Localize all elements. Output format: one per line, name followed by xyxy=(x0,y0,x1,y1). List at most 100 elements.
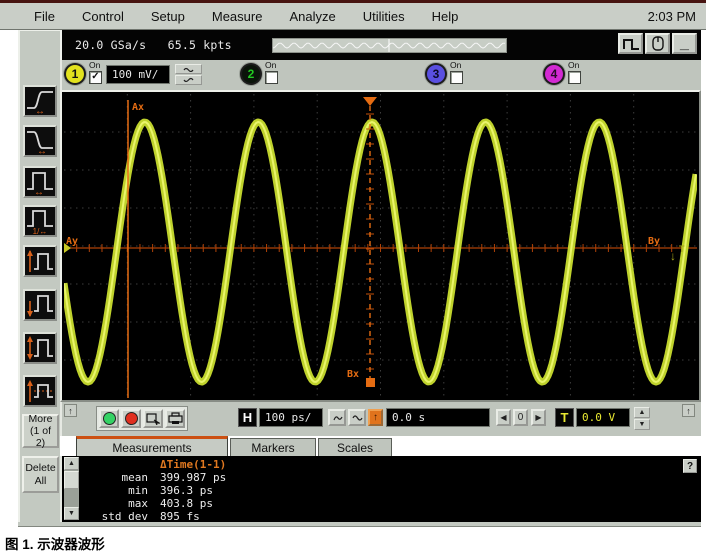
trigger-level-field[interactable]: 0.0 V xyxy=(576,408,630,427)
trigger-level-arrow-icon[interactable]: ↓ xyxy=(670,249,676,263)
scroll-down-button[interactable]: ▼ xyxy=(64,507,79,520)
channel-4-on-checkbox[interactable] xyxy=(568,71,581,84)
more-measurements-button[interactable]: More (1 of 2) xyxy=(22,414,59,448)
timebase-field[interactable]: 100 ps/ xyxy=(259,408,323,427)
svg-text:↔: ↔ xyxy=(34,187,44,196)
frequency-icon: 1/↔ xyxy=(25,207,55,235)
trigger-position-arrow-icon: ↑ xyxy=(373,412,378,423)
screen-copy-icon xyxy=(146,412,160,425)
expand-left-icon[interactable]: ↑ xyxy=(64,404,77,417)
mouse-mode-button[interactable] xyxy=(645,33,670,54)
horizontal-key[interactable]: H xyxy=(238,408,257,427)
scroll-up-button[interactable]: ▲ xyxy=(64,457,79,470)
channel-3-badge[interactable]: 3 xyxy=(427,65,445,83)
menu-utilities[interactable]: Utilities xyxy=(363,9,405,24)
level-down-button[interactable]: ▼ xyxy=(634,419,650,430)
scale-up-button[interactable] xyxy=(175,64,202,74)
channel-2-badge[interactable]: 2 xyxy=(242,65,260,83)
channel-3-on-label: On xyxy=(450,60,461,70)
trigger-level-letter: T xyxy=(679,244,685,254)
channel-1-on-checkbox[interactable]: ✓ xyxy=(89,71,102,84)
scroll-thumb[interactable] xyxy=(64,471,79,489)
position-right-button[interactable]: ▶ xyxy=(531,409,546,426)
fall-time-button[interactable]: ↔ xyxy=(23,125,57,157)
horizontal-position-field[interactable]: 0.0 s xyxy=(386,408,490,427)
timebase-fine-button[interactable] xyxy=(328,409,346,426)
measurement-label: min xyxy=(82,484,148,497)
expand-right-icon[interactable]: ↑ xyxy=(682,404,695,417)
measurement-label: mean xyxy=(82,471,148,484)
rise-time-icon: ↔ xyxy=(25,87,55,115)
channel-2-on-control: On xyxy=(265,61,287,84)
channel-1-scale-field[interactable]: 100 mV/ xyxy=(106,65,170,84)
channel-4-badge[interactable]: 4 xyxy=(545,65,563,83)
marker-ax-label: Ax xyxy=(132,102,144,113)
menu-help[interactable]: Help xyxy=(432,9,459,24)
acquisition-readout: 20.0 GSa/s 65.5 kpts xyxy=(75,38,232,52)
tab-measurements[interactable]: Measurements xyxy=(76,436,228,456)
minimize-button[interactable]: _ xyxy=(672,33,697,54)
window-bottom-edge xyxy=(18,522,701,527)
position-zero-button[interactable]: 0 xyxy=(513,409,528,426)
memory-bar[interactable] xyxy=(272,38,507,53)
marker-bx-handle[interactable] xyxy=(366,378,375,387)
trigger-level-spinner: ▲ ▼ xyxy=(634,407,650,430)
vmax-icon xyxy=(25,247,55,275)
scale-down-button[interactable] xyxy=(175,75,202,85)
channel-3-on-checkbox[interactable] xyxy=(450,71,463,84)
marker-by-label: By xyxy=(648,236,660,247)
timebase-coarse-button[interactable] xyxy=(348,409,366,426)
menu-control[interactable]: Control xyxy=(82,9,124,24)
acquisition-status-bar: 20.0 GSa/s 65.5 kpts _ xyxy=(60,30,701,60)
print-button[interactable] xyxy=(165,409,185,428)
trigger-position-marker[interactable] xyxy=(363,97,377,106)
trigger-position-button[interactable]: ↑ xyxy=(368,409,383,426)
channel-1-badge[interactable]: 1 xyxy=(66,65,84,83)
tab-markers[interactable]: Markers xyxy=(230,438,316,456)
menu-measure[interactable]: Measure xyxy=(212,9,263,24)
svg-text:↔: ↔ xyxy=(37,146,47,155)
level-up-button[interactable]: ▲ xyxy=(634,407,650,418)
delete-all-button[interactable]: Delete All xyxy=(22,456,59,493)
position-left-button[interactable]: ◀ xyxy=(496,409,511,426)
mouse-icon xyxy=(652,36,664,51)
measurements-panel: ▲ ▼ ΔTime(1-1) mean 399.987 ps min 396.3… xyxy=(60,456,701,522)
channel-1-on-label: On xyxy=(89,60,100,70)
frequency-button[interactable]: 1/↔ xyxy=(23,205,57,237)
screen-copy-button[interactable] xyxy=(143,409,163,428)
channel-bar: 1 On ✓ 100 mV/ 2 On 3 On xyxy=(60,60,701,90)
vamplitude-button[interactable] xyxy=(23,332,57,364)
menu-setup[interactable]: Setup xyxy=(151,9,185,24)
channel-2-on-checkbox[interactable] xyxy=(265,71,278,84)
pulse-icon xyxy=(622,37,640,51)
vmin-button[interactable] xyxy=(23,289,57,321)
vrms-button[interactable] xyxy=(23,375,57,407)
vmax-button[interactable] xyxy=(23,245,57,277)
menu-file[interactable]: File xyxy=(34,9,55,24)
tab-scales[interactable]: Scales xyxy=(318,438,392,456)
measurement-toolbar: ↔ ↔ ↔ 1/↔ xyxy=(18,30,60,522)
memory-depth: 65.5 kpts xyxy=(168,38,232,52)
results-tab-row: Measurements Markers Scales xyxy=(60,436,701,456)
pulse-mode-button[interactable] xyxy=(618,33,643,54)
measurement-label: max xyxy=(82,497,148,510)
oscilloscope-screenshot: File Control Setup Measure Analyze Utili… xyxy=(0,0,706,560)
rise-time-button[interactable]: ↔ xyxy=(23,85,57,117)
measurement-value: 399.987 ps xyxy=(160,471,226,484)
axis-ticks xyxy=(64,244,697,252)
vmin-icon xyxy=(25,291,55,319)
help-button[interactable]: ? xyxy=(683,459,697,473)
printer-icon xyxy=(168,412,183,425)
figure-caption: 图 1. 示波器波形 xyxy=(5,533,105,553)
pulse-width-icon: ↔ xyxy=(25,168,55,196)
pulse-width-button[interactable]: ↔ xyxy=(23,166,57,198)
stop-button[interactable] xyxy=(121,409,141,428)
channel-4-on-control: On xyxy=(568,61,590,84)
trigger-key[interactable]: T xyxy=(555,408,574,427)
run-button[interactable] xyxy=(99,409,119,428)
menu-analyze[interactable]: Analyze xyxy=(289,9,335,24)
measurement-value: 396.3 ps xyxy=(160,484,213,497)
measurement-value: 403.8 ps xyxy=(160,497,213,510)
clock: 2:03 PM xyxy=(648,9,706,24)
waveform-display: Ax Bx Ay By ↓ T xyxy=(60,90,701,402)
